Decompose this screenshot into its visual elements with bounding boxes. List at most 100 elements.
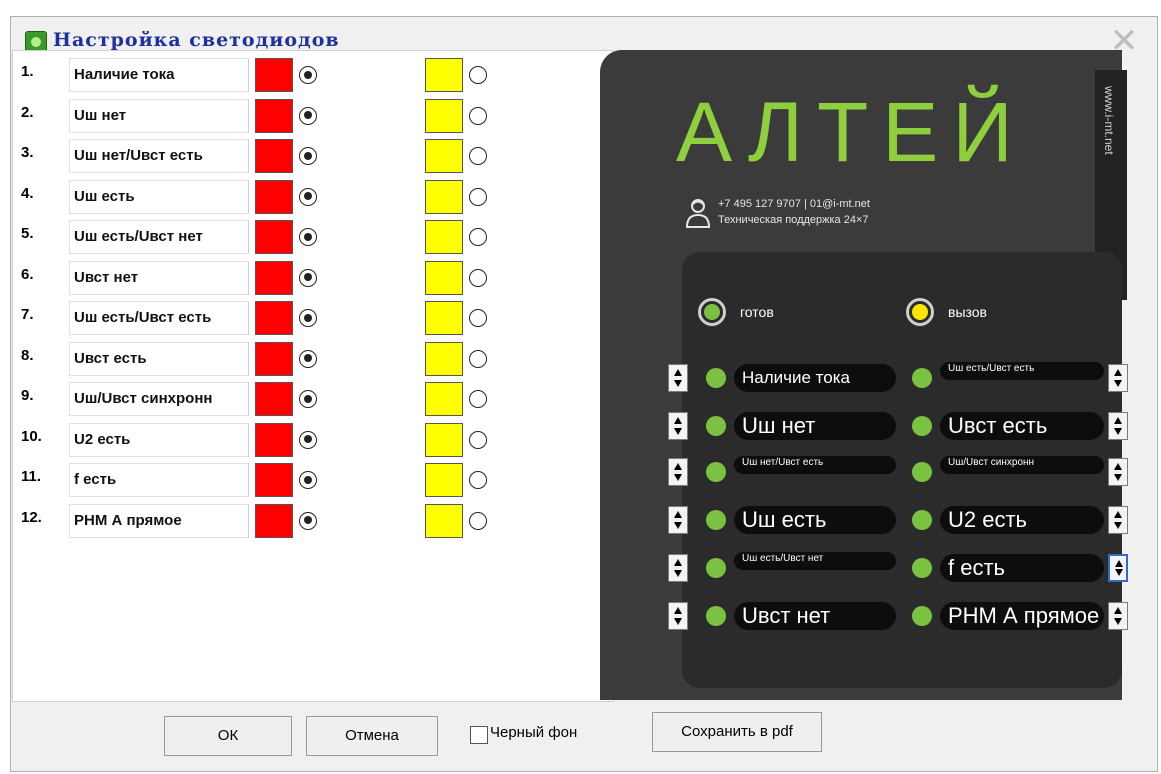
yellow-color-radio[interactable] xyxy=(469,106,487,125)
yellow-color-radio[interactable] xyxy=(469,471,487,489)
indicator-stepper[interactable] xyxy=(1108,412,1128,440)
row-number: 8. xyxy=(21,346,34,364)
row-number: 5. xyxy=(21,225,34,242)
ready-label: готов xyxy=(740,304,774,320)
red-color-radio[interactable] xyxy=(299,349,317,368)
call-label: вызов xyxy=(948,304,987,320)
indicator-stepper[interactable] xyxy=(668,364,688,392)
yellow-color-swatch[interactable] xyxy=(425,463,463,497)
indicator-led xyxy=(912,510,932,530)
yellow-color-swatch[interactable] xyxy=(425,220,463,254)
indicator-label: f есть xyxy=(940,554,1104,582)
row-label-field[interactable]: f есть xyxy=(69,463,249,497)
row-number: 2. xyxy=(21,103,34,121)
indicator-stepper[interactable] xyxy=(668,506,688,534)
red-color-swatch[interactable] xyxy=(255,58,293,92)
yellow-color-radio[interactable] xyxy=(469,309,487,327)
red-color-swatch[interactable] xyxy=(255,463,293,497)
indicator-stepper[interactable] xyxy=(1108,602,1128,630)
red-color-swatch[interactable] xyxy=(255,301,293,335)
yellow-color-radio[interactable] xyxy=(469,430,487,449)
red-color-radio[interactable] xyxy=(299,390,317,408)
row-number: 4. xyxy=(21,184,34,202)
yellow-color-swatch[interactable] xyxy=(425,260,463,295)
yellow-color-radio[interactable] xyxy=(469,349,487,368)
red-color-radio[interactable] xyxy=(299,106,317,125)
black-background-checkbox[interactable] xyxy=(470,726,488,744)
ready-led xyxy=(698,298,726,326)
red-color-radio[interactable] xyxy=(299,309,317,327)
save-pdf-button[interactable]: Сохранить в pdf xyxy=(652,712,822,752)
red-color-swatch[interactable] xyxy=(255,503,293,538)
red-color-radio[interactable] xyxy=(299,430,317,449)
row-label-field[interactable]: Uш/Uвст синхронн xyxy=(69,382,249,416)
red-color-swatch[interactable] xyxy=(255,382,293,416)
row-label-field[interactable]: Uш нет/Uвст есть xyxy=(69,139,249,173)
row-label-field[interactable]: Uш есть/Uвст нет xyxy=(69,220,249,254)
yellow-color-radio[interactable] xyxy=(469,66,487,84)
yellow-color-radio[interactable] xyxy=(469,268,487,287)
red-color-radio[interactable] xyxy=(299,66,317,84)
indicator-stepper[interactable] xyxy=(1108,506,1128,534)
cancel-button[interactable]: Отмена xyxy=(306,716,438,756)
red-color-swatch[interactable] xyxy=(255,179,293,214)
row-label-field[interactable]: Uш есть xyxy=(69,179,249,214)
window-title: Настройка светодиодов xyxy=(53,29,340,51)
yellow-color-radio[interactable] xyxy=(469,511,487,530)
indicator-led xyxy=(912,462,932,482)
indicator-stepper[interactable] xyxy=(668,458,688,486)
indicator-stepper[interactable] xyxy=(668,554,688,582)
red-color-radio[interactable] xyxy=(299,511,317,530)
yellow-color-radio[interactable] xyxy=(469,147,487,165)
yellow-color-radio[interactable] xyxy=(469,187,487,206)
yellow-color-swatch[interactable] xyxy=(425,301,463,335)
red-color-radio[interactable] xyxy=(299,471,317,489)
indicator-label: Uвст нет xyxy=(734,602,896,630)
yellow-color-radio[interactable] xyxy=(469,390,487,408)
row-label-field[interactable]: Uвст есть xyxy=(69,341,249,376)
yellow-color-swatch[interactable] xyxy=(425,98,463,133)
indicator-label: Uш нет xyxy=(734,412,896,440)
indicator-led xyxy=(706,416,726,436)
yellow-color-swatch[interactable] xyxy=(425,58,463,92)
yellow-color-swatch[interactable] xyxy=(425,382,463,416)
led-row: 12. РНМ А прямое xyxy=(13,501,613,541)
red-color-swatch[interactable] xyxy=(255,422,293,457)
red-color-swatch[interactable] xyxy=(255,341,293,376)
ok-button[interactable]: ОК xyxy=(164,716,292,756)
indicator-stepper[interactable] xyxy=(1108,364,1128,392)
yellow-color-swatch[interactable] xyxy=(425,341,463,376)
indicator-stepper[interactable] xyxy=(1108,458,1128,486)
row-label-field[interactable]: U2 есть xyxy=(69,422,249,457)
red-color-radio[interactable] xyxy=(299,147,317,165)
yellow-color-swatch[interactable] xyxy=(425,503,463,538)
row-label-field[interactable]: Uвст нет xyxy=(69,260,249,295)
red-color-radio[interactable] xyxy=(299,228,317,246)
row-label-field[interactable]: Uш есть/Uвст есть xyxy=(69,301,249,335)
led-row: 8. Uвст есть xyxy=(13,339,613,379)
indicator-led xyxy=(912,558,932,578)
red-color-swatch[interactable] xyxy=(255,139,293,173)
red-color-radio[interactable] xyxy=(299,187,317,206)
indicator-stepper[interactable] xyxy=(668,412,688,440)
row-label-field[interactable]: РНМ А прямое xyxy=(69,503,249,538)
row-number: 1. xyxy=(21,63,34,80)
row-number: 3. xyxy=(21,144,34,161)
indicator-stepper[interactable] xyxy=(1108,554,1128,582)
red-color-swatch[interactable] xyxy=(255,260,293,295)
yellow-color-swatch[interactable] xyxy=(425,139,463,173)
indicator-label: Наличие тока xyxy=(734,364,896,392)
indicator-stepper[interactable] xyxy=(668,602,688,630)
red-color-swatch[interactable] xyxy=(255,98,293,133)
yellow-color-swatch[interactable] xyxy=(425,422,463,457)
row-label-field[interactable]: Uш нет xyxy=(69,98,249,133)
row-number: 6. xyxy=(21,265,34,283)
brand-logo: АЛТЕЙ xyxy=(676,85,1027,179)
indicator-led xyxy=(706,462,726,482)
led-list-panel: 1. Наличие тока 2. Uш нет 3. Uш нет/Uвст есть… xyxy=(12,50,614,702)
row-label-field[interactable]: Наличие тока xyxy=(69,58,249,92)
yellow-color-radio[interactable] xyxy=(469,228,487,246)
red-color-swatch[interactable] xyxy=(255,220,293,254)
yellow-color-swatch[interactable] xyxy=(425,179,463,214)
red-color-radio[interactable] xyxy=(299,268,317,287)
